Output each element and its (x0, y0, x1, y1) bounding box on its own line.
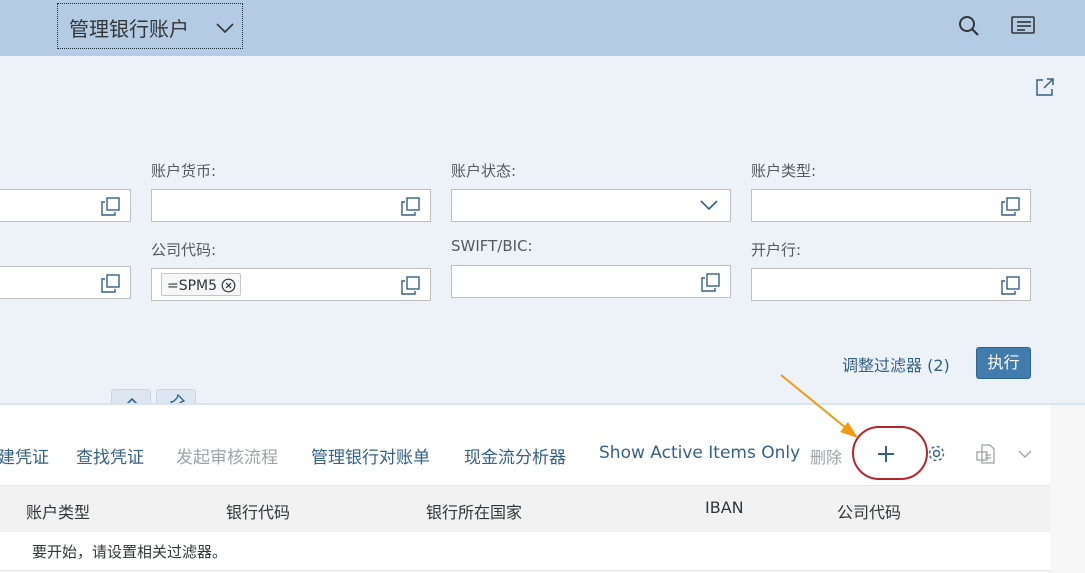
column-header-bank-code[interactable]: 银行代码 (226, 499, 290, 523)
value-help-icon[interactable] (701, 273, 720, 292)
value-help-icon[interactable] (1001, 197, 1020, 216)
bank-branch-label: 开户行: (751, 241, 802, 259)
add-icon[interactable] (876, 444, 896, 464)
start-review-button[interactable]: 发起审核流程 (176, 443, 278, 468)
value-help-icon[interactable] (101, 274, 120, 293)
app-title-menu-button[interactable]: 管理银行账户 (57, 3, 243, 49)
chevron-down-icon (700, 200, 718, 211)
filter-input-row1-col0[interactable] (0, 189, 131, 222)
company-code-input[interactable]: =SPM5 (151, 268, 431, 301)
menu-icon[interactable] (1011, 15, 1035, 35)
annotation-arrow (780, 374, 858, 438)
column-header-company-code[interactable]: 公司代码 (837, 499, 901, 523)
bank-branch-input[interactable] (751, 268, 1031, 301)
account-type-label: 账户类型: (751, 162, 817, 180)
value-help-icon[interactable] (101, 197, 120, 216)
account-currency-input[interactable] (151, 189, 431, 222)
company-code-label: 公司代码: (151, 241, 217, 259)
export-icon[interactable] (974, 442, 998, 466)
gear-icon[interactable] (926, 443, 947, 464)
swift-input[interactable] (451, 265, 731, 298)
column-header-iban[interactable]: IBAN (705, 498, 744, 517)
account-type-input[interactable] (751, 189, 1031, 222)
app-title: 管理银行账户 (69, 17, 189, 41)
show-active-items-button[interactable]: Show Active Items Only (599, 443, 800, 463)
filter-input-row2-col0[interactable] (0, 266, 131, 299)
create-document-button[interactable]: 建凭证 (0, 443, 49, 468)
manage-statements-button[interactable]: 管理银行对账单 (311, 443, 430, 468)
account-currency-label: 账户货币: (151, 162, 217, 180)
search-icon[interactable] (958, 15, 980, 37)
cash-flow-analyzer-button[interactable]: 现金流分析器 (464, 443, 566, 468)
remove-token-icon[interactable] (221, 278, 236, 293)
find-document-button[interactable]: 查找凭证 (76, 443, 144, 468)
empty-table-message: 要开始，请设置相关过滤器。 (32, 543, 228, 561)
token-text: =SPM5 (167, 277, 218, 294)
chevron-down-icon[interactable] (1018, 449, 1032, 459)
share-icon[interactable] (1034, 76, 1056, 98)
delete-button[interactable]: 删除 (810, 444, 842, 468)
table-header: 账户类型 银行代码 银行所在国家 IBAN 公司代码 (0, 485, 1050, 533)
column-header-account-type[interactable]: 账户类型 (26, 499, 90, 523)
account-status-label: 账户状态: (451, 162, 517, 180)
column-header-bank-country[interactable]: 银行所在国家 (426, 499, 522, 523)
value-help-icon[interactable] (1001, 276, 1020, 295)
value-help-icon[interactable] (401, 197, 420, 216)
go-button[interactable]: 执行 (976, 347, 1031, 379)
chevron-down-icon (216, 23, 234, 34)
account-status-select[interactable] (451, 189, 731, 222)
value-help-icon[interactable] (401, 276, 420, 295)
swift-label: SWIFT/BIC: (451, 237, 533, 255)
table-empty-row: 要开始，请设置相关过滤器。 (0, 532, 1050, 571)
filter-bar (0, 56, 1085, 403)
company-code-token[interactable]: =SPM5 (161, 273, 242, 296)
